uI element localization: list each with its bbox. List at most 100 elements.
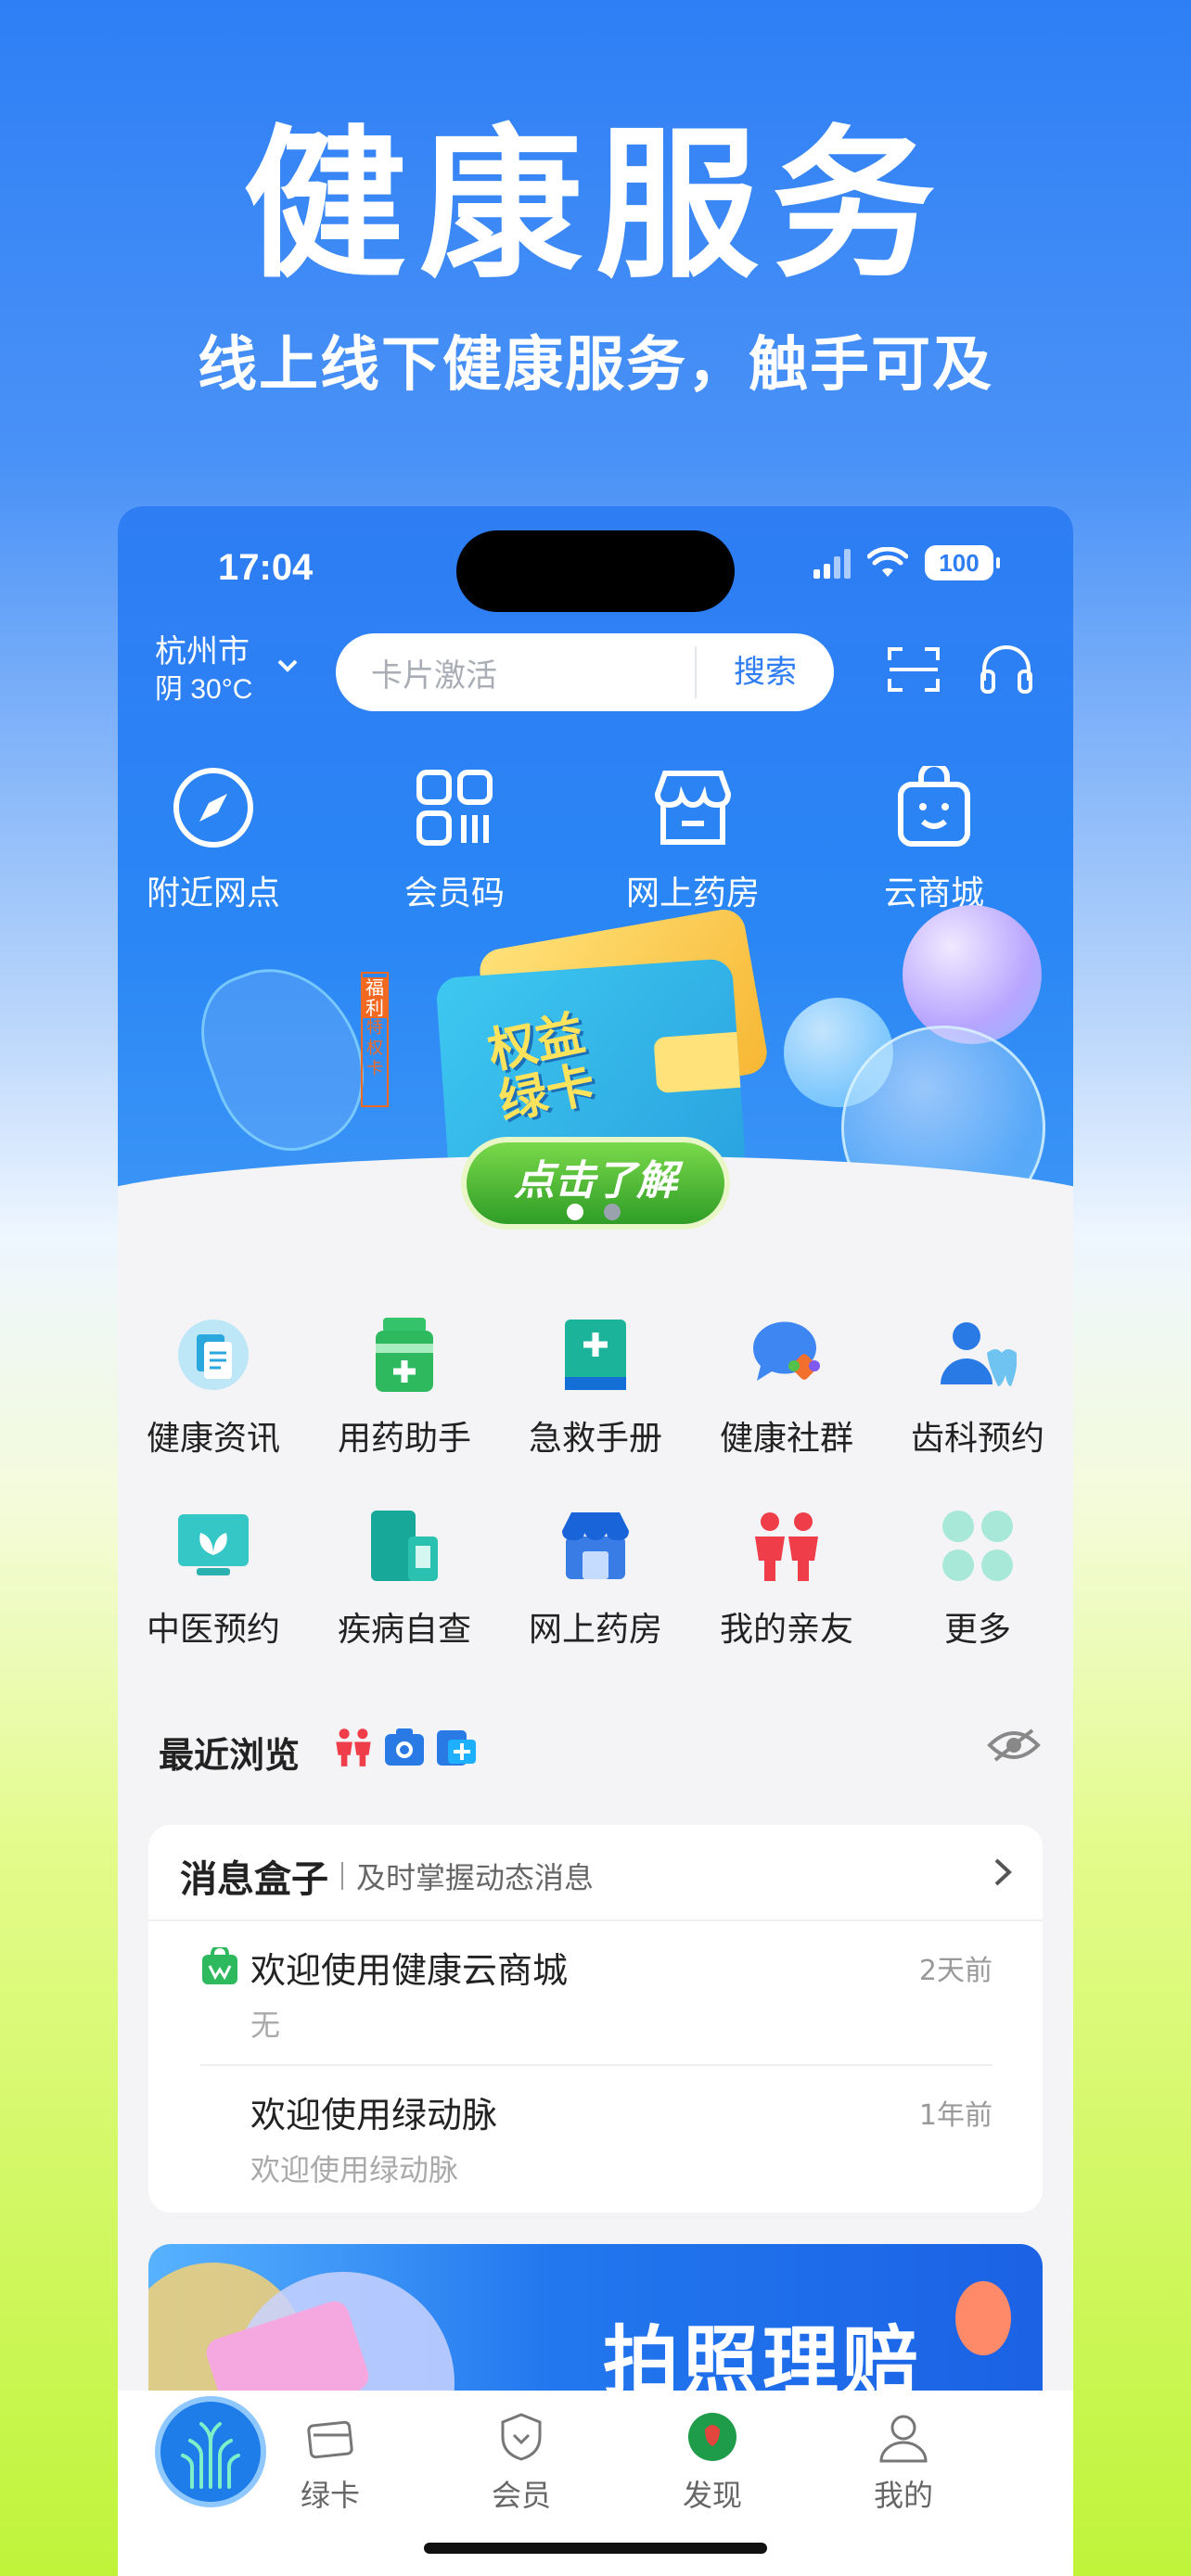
tab-label: 会员 [491,2478,551,2513]
message-subtitle: 无 [250,2008,281,2043]
message-box-header: 消息盒子 及时掌握动态消息 [180,1849,594,1903]
signal-icon [813,547,851,579]
service-first-aid[interactable]: 急救手册 [500,1313,691,1460]
service-label: 用药助手 [337,1420,471,1458]
tab-label: 我的 [873,2478,933,2513]
service-label: 健康资讯 [146,1420,280,1458]
scan-icon[interactable] [886,644,941,695]
tab-label: 绿卡 [300,2478,360,2513]
service-health-group[interactable]: 健康社群 [691,1313,882,1460]
tab-mine[interactable]: 我的 [808,2411,999,2515]
store-icon [654,771,732,845]
message-title: 欢迎使用健康云商城 [250,1950,569,1991]
decorative-bubble [903,905,1042,1044]
recent-icons [333,1727,478,1767]
quick-action-label: 附近网点 [146,874,280,912]
service-self-check[interactable]: 疾病自查 [309,1504,500,1651]
search-bar: 卡片激活 搜索 [336,633,834,711]
message-time: 2天前 [918,1955,992,1987]
location-selector[interactable]: 杭州市 阴 30°C [155,632,298,708]
tab-discover[interactable]: 发现 [617,2411,808,2515]
message-item[interactable]: 欢迎使用健康云商城 无 2天前 [250,1942,992,2045]
service-label: 疾病自查 [337,1611,471,1649]
promo-decoration [955,2281,1011,2355]
service-health-news[interactable]: 健康资讯 [118,1313,309,1460]
shield-icon [501,2413,542,2461]
service-medicine-helper[interactable]: 用药助手 [309,1313,500,1460]
service-label: 齿科预约 [910,1420,1044,1458]
family-icon[interactable] [333,1727,374,1767]
headset-icon[interactable] [979,644,1034,695]
divider [148,1919,1043,1921]
wifi-icon [867,547,908,577]
battery-icon: 100 [925,545,1000,580]
message-box-title: 消息盒子 [180,1858,328,1901]
chat-group-icon [752,1321,820,1381]
divider [200,2064,992,2066]
service-label: 更多 [943,1611,1011,1649]
chevron-down-icon [277,659,298,672]
service-label: 健康社群 [719,1420,853,1458]
status-time: 17:04 [218,547,314,588]
card-icon [307,2420,353,2459]
qr-code-icon [416,770,493,846]
service-label: 急救手册 [528,1420,662,1458]
search-button[interactable]: 搜索 [695,646,834,698]
promo-tag-bottom: 特权卡 [366,1018,383,1078]
quick-action-label: 云商城 [883,874,984,912]
home-tab-button[interactable] [155,2396,266,2507]
carousel-dot [604,1204,621,1220]
message-subtitle: 欢迎使用绿动脉 [250,2152,459,2187]
service-label: 我的亲友 [719,1611,853,1649]
card-clasp [653,1031,741,1094]
quick-action-label: 网上药房 [625,874,760,912]
home-indicator [424,2543,767,2554]
service-more[interactable]: 更多 [882,1504,1073,1651]
recent-title: 最近浏览 [159,1735,301,1776]
carousel-dots [567,1204,621,1220]
discover-icon [688,2413,736,2461]
service-tcm[interactable]: 中医预约 [118,1504,309,1651]
dynamic-island [456,530,735,612]
service-online-pharmacy[interactable]: 网上药房 [500,1504,691,1651]
medical-card-icon[interactable] [435,1727,478,1767]
message-box[interactable]: 消息盒子 及时掌握动态消息 欢迎使用健康云商城 无 2天前 欢迎使用绿动脉 欢迎… [148,1825,1043,2213]
quick-action-pharmacy[interactable]: 网上药房 [600,757,786,914]
compass-icon [173,768,253,848]
quick-action-label: 会员码 [403,874,505,912]
tab-label: 发现 [682,2478,742,2513]
promo-tag-top: 福利 [363,977,387,1018]
hero-subtitle: 线上线下健康服务，触手可及 [198,331,993,400]
service-label: 中医预约 [146,1611,280,1649]
family-icon [755,1512,818,1581]
self-check-icon [371,1511,438,1581]
status-icons: 100 [813,545,1000,580]
hero-title: 健康服务 [242,110,948,300]
camera-icon[interactable] [383,1727,426,1767]
quick-action-nearby[interactable]: 附近网点 [121,757,306,914]
user-icon [879,2415,928,2463]
quick-action-member-code[interactable]: 会员码 [362,757,547,914]
tab-member[interactable]: 会员 [426,2411,617,2515]
dental-icon [941,1322,1017,1386]
weather-text: 阴 30°C [155,674,253,705]
service-family[interactable]: 我的亲友 [691,1504,882,1651]
tcm-icon [178,1514,249,1575]
city-name: 杭州市 [155,633,250,670]
news-icon [178,1320,249,1390]
phone-screen: 17:04 100 杭州市 阴 30°C 卡片激活 搜索 附近网点 会员码 网上… [118,506,1073,2576]
artery-logo-icon [181,2422,240,2489]
search-input[interactable]: 卡片激活 [336,650,695,695]
pharmacy-icon [562,1512,629,1579]
promo-tag: 福利 特权卡 [361,972,389,1107]
chevron-right-icon[interactable] [992,1856,1015,1888]
header-separator [341,1862,343,1890]
more-icon [942,1511,1013,1581]
message-item[interactable]: 欢迎使用绿动脉 欢迎使用绿动脉 1年前 [250,2086,992,2189]
quick-action-mall[interactable]: 云商城 [841,757,1027,914]
shopping-bag-icon [898,766,970,847]
promo-banner[interactable]: 拍照理赔 [148,2244,1043,2411]
service-dental[interactable]: 齿科预约 [882,1313,1073,1460]
first-aid-book-icon [565,1320,626,1390]
hide-eye-icon[interactable] [986,1727,1042,1764]
